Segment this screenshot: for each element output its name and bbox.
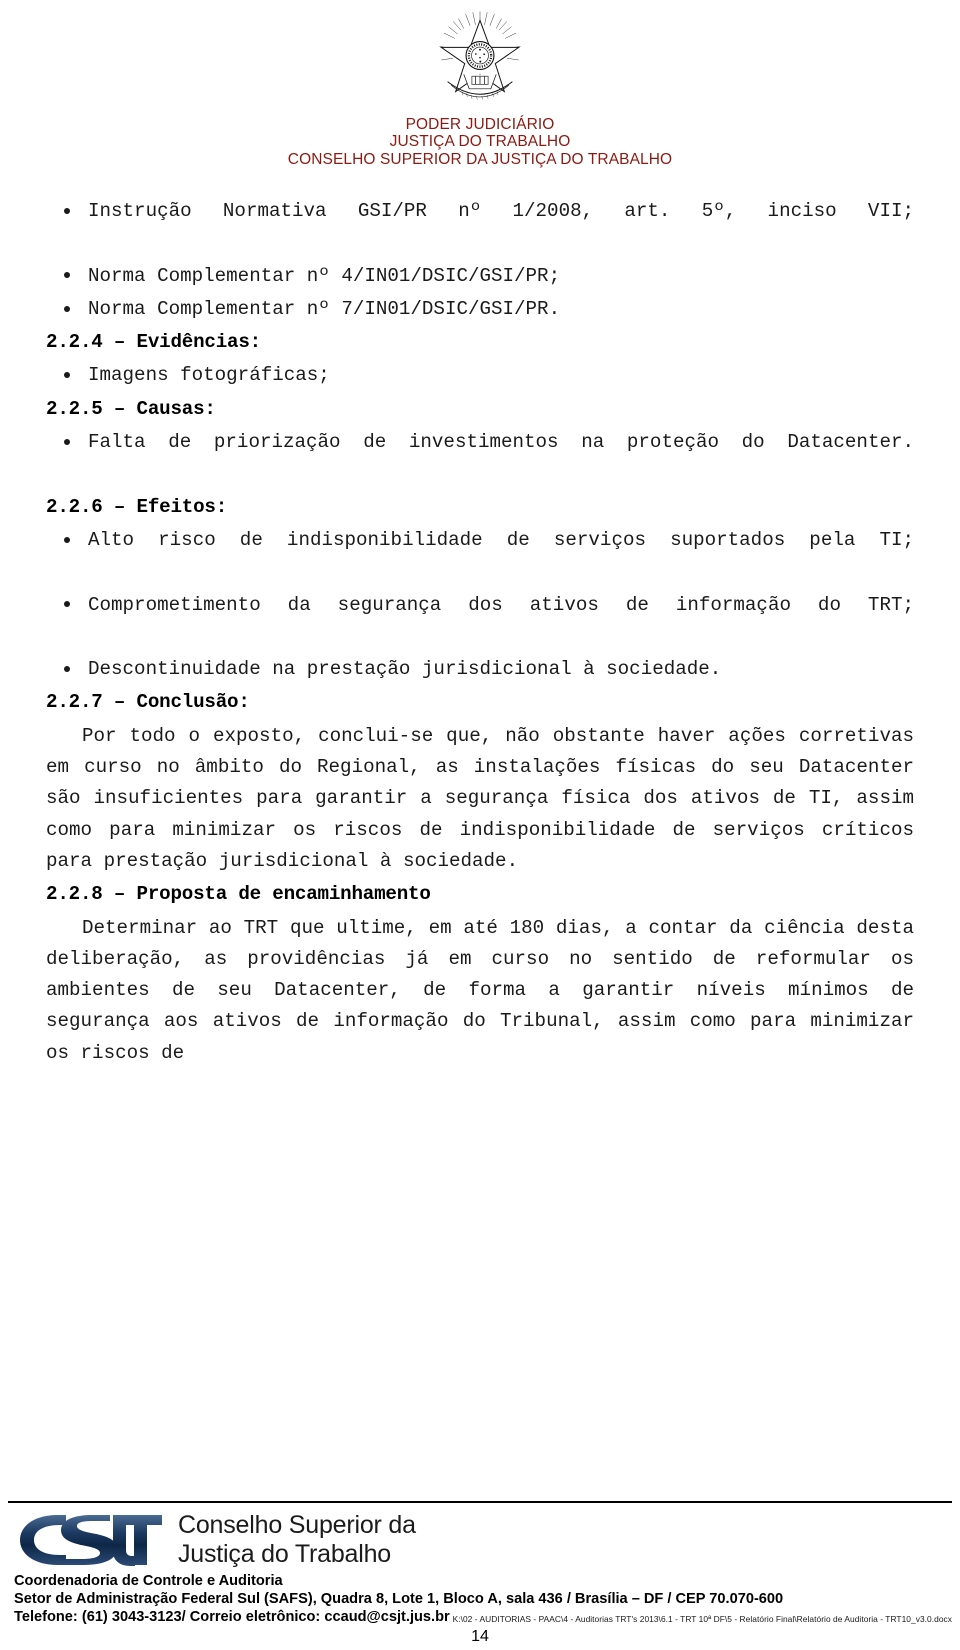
bullet-icon: [64, 372, 70, 379]
list-item-text: Norma Complementar nº 4/IN01/DSIC/GSI/PR…: [88, 264, 561, 287]
footer-department: Coordenadoria de Controle e Auditoria: [14, 1572, 283, 1589]
csjt-wordmark-line2: Justiça do Trabalho: [178, 1539, 391, 1568]
header-line-poder-judiciario: PODER JUDICIÁRIO: [405, 116, 555, 133]
section-heading-conclusao: 2.2.7 – Conclusão:: [46, 691, 250, 714]
list-item: Imagens fotográficas;: [46, 360, 914, 391]
list-item: Norma Complementar nº 4/IN01/DSIC/GSI/PR…: [46, 261, 914, 292]
list-item: Instrução Normativa GSI/PR nº 1/2008, ar…: [46, 196, 914, 259]
bullet-icon: [64, 601, 70, 608]
list-item: Comprometimento da segurança dos ativos …: [46, 590, 914, 653]
page-number: 14: [471, 1628, 489, 1645]
bullet-icon: [64, 305, 70, 312]
footer-street-address: Setor de Administração Federal Sul (SAFS…: [14, 1590, 784, 1607]
section-heading-causas: 2.2.5 – Causas:: [46, 397, 216, 420]
list-item-text: Instrução Normativa GSI/PR nº 1/2008, ar…: [88, 200, 914, 222]
bullet-icon: [64, 272, 70, 279]
footer-file-path: K:\02 - AUDITORIAS - PAAC\4 - Auditorias…: [452, 1614, 952, 1624]
paragraph-proposta: Determinar ao TRT que ultime, em até 180…: [46, 916, 914, 1064]
csjt-wordmark-line1: Conselho Superior da: [178, 1510, 416, 1539]
bullet-icon: [64, 207, 70, 214]
list-item-text: Falta de priorização de investimentos na…: [88, 431, 914, 454]
list-item: Falta de priorização de investimentos na…: [46, 427, 914, 490]
csjt-wordmark: Conselho Superior da Justiça do Trabalho: [178, 1511, 416, 1569]
bullet-icon: [64, 536, 70, 543]
header-line-justica-do-trabalho: JUSTIÇA DO TRABALHO: [389, 133, 571, 151]
brazil-coat-of-arms-icon: [439, 11, 521, 100]
list-item-text: Alto risco de indisponibilidade de servi…: [88, 528, 914, 551]
list-item-text: Descontinuidade na prestação jurisdicion…: [88, 658, 722, 681]
list-item: Norma Complementar nº 7/IN01/DSIC/GSI/PR…: [46, 294, 914, 325]
footer-brand: Conselho Superior da Justiça do Trabalho: [8, 1503, 952, 1571]
document-body: Instrução Normativa GSI/PR nº 1/2008, ar…: [0, 196, 960, 1069]
section-heading-evidencias: 2.2.4 – Evidências:: [46, 331, 261, 354]
paragraph-conclusao: Por todo o exposto, conclui-se que, não …: [46, 724, 914, 872]
page-header: PODER JUDICIÁRIO JUSTIÇA DO TRABALHO CON…: [0, 0, 960, 168]
list-item: Alto risco de indisponibilidade de servi…: [46, 525, 914, 588]
header-line-conselho-superior: CONSELHO SUPERIOR DA JUSTIÇA DO TRABALHO: [287, 150, 673, 168]
section-heading-proposta: 2.2.8 – Proposta de encaminhamento: [46, 883, 431, 906]
list-item: Descontinuidade na prestação jurisdicion…: [46, 654, 914, 685]
list-item-text: Norma Complementar nº 7/IN01/DSIC/GSI/PR…: [88, 297, 561, 320]
section-heading-efeitos: 2.2.6 – Efeitos:: [46, 495, 228, 518]
bullet-icon: [64, 438, 70, 445]
bullet-icon: [64, 666, 70, 673]
list-item-text: Imagens fotográficas;: [88, 364, 330, 387]
list-item-text: Comprometimento da segurança dos ativos …: [88, 593, 914, 616]
csjt-logo-icon: [20, 1514, 162, 1566]
page-footer: Conselho Superior da Justiça do Trabalho…: [0, 1500, 960, 1650]
institution-header-text: PODER JUDICIÁRIO JUSTIÇA DO TRABALHO CON…: [0, 116, 960, 168]
